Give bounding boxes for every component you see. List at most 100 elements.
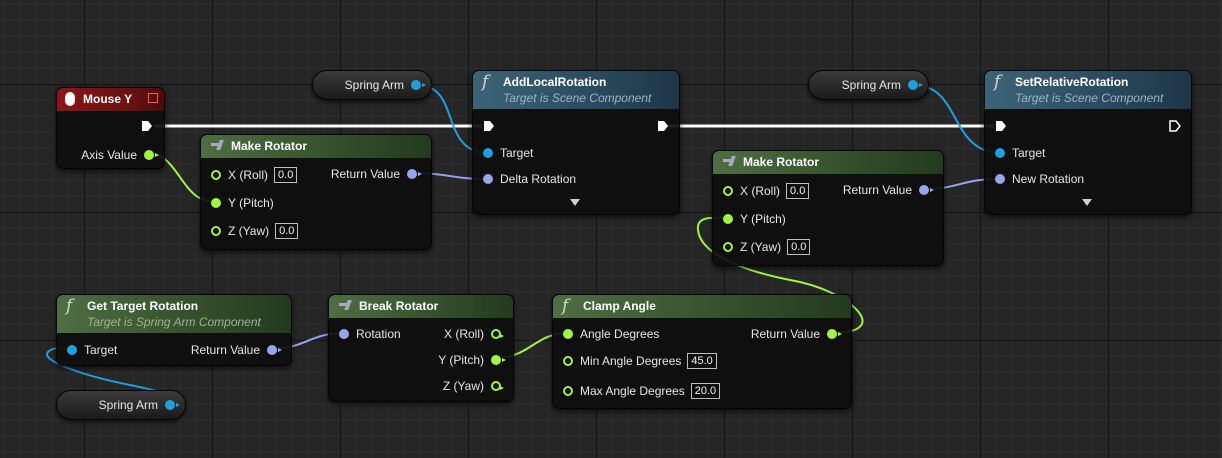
float-pin-icon bbox=[563, 386, 573, 396]
struct-icon bbox=[339, 300, 354, 311]
z-yaw-label: Z (Yaw) bbox=[740, 240, 782, 254]
function-icon: f bbox=[562, 296, 569, 316]
y-pitch-label: Y (Pitch) bbox=[228, 196, 274, 210]
expand-arrow-icon[interactable] bbox=[570, 199, 580, 206]
event-stop-icon bbox=[148, 93, 158, 103]
exec-in-pin-icon bbox=[484, 121, 494, 131]
add-local-rotation-delta-pin[interactable]: Delta Rotation bbox=[483, 172, 576, 186]
rotator-pin-icon bbox=[919, 185, 934, 195]
object-pin-icon bbox=[908, 80, 923, 90]
make-rotator-2-y-pin[interactable]: Y (Pitch) bbox=[723, 212, 786, 226]
float-pin-icon bbox=[491, 355, 506, 365]
get-target-rotation-header: f Get Target Rotation Target is Spring A… bbox=[57, 295, 291, 333]
x-roll-label: X (Roll) bbox=[443, 327, 484, 341]
set-relative-rotation-newrot-pin[interactable]: New Rotation bbox=[995, 172, 1084, 186]
mouse-y-title: Mouse Y bbox=[83, 92, 133, 106]
z-yaw-label: Z (Yaw) bbox=[228, 224, 270, 238]
make-rotator-2-return-pin[interactable]: Return Value bbox=[842, 183, 934, 197]
x-roll-input[interactable]: 0.0 bbox=[274, 167, 298, 183]
set-relative-rotation-exec-in[interactable] bbox=[995, 120, 1007, 132]
float-pin-icon bbox=[144, 150, 159, 160]
return-value-label: Return Value bbox=[190, 343, 260, 357]
rotator-pin-icon bbox=[483, 174, 493, 184]
make-rotator-1-z-pin[interactable]: Z (Yaw) 0.0 bbox=[211, 223, 299, 239]
float-pin-icon bbox=[491, 329, 504, 339]
add-local-rotation-exec-out[interactable] bbox=[657, 120, 669, 132]
spring-arm-variable-node-2[interactable]: Spring Arm bbox=[808, 70, 929, 100]
object-pin-icon bbox=[67, 345, 77, 355]
break-rotator-rotation-pin[interactable]: Rotation bbox=[339, 327, 401, 341]
rotator-pin-icon bbox=[407, 169, 422, 179]
set-relative-rotation-exec-out[interactable] bbox=[1169, 120, 1181, 132]
return-value-label: Return Value bbox=[842, 183, 912, 197]
struct-icon bbox=[211, 140, 226, 151]
min-angle-input[interactable]: 45.0 bbox=[687, 353, 717, 369]
spring-arm-label: Spring Arm bbox=[841, 78, 901, 92]
set-relative-rotation-header: f SetRelativeRotation Target is Scene Co… bbox=[985, 71, 1191, 109]
object-pin-icon bbox=[483, 148, 493, 158]
make-rotator-1-return-pin[interactable]: Return Value bbox=[330, 167, 422, 181]
mouse-y-event-node[interactable]: Mouse Y Axis Value bbox=[56, 87, 165, 169]
break-rotator-y-pin[interactable]: Y (Pitch) bbox=[438, 353, 506, 367]
get-target-rotation-subtitle: Target is Spring Arm Component bbox=[87, 315, 261, 329]
object-pin-icon bbox=[411, 80, 426, 90]
return-value-label: Return Value bbox=[330, 167, 400, 181]
make-rotator-1-x-pin[interactable]: X (Roll) 0.0 bbox=[211, 167, 298, 183]
set-relative-rotation-target-pin[interactable]: Target bbox=[995, 146, 1045, 160]
float-pin-icon bbox=[491, 381, 504, 391]
get-target-rotation-title: Get Target Rotation bbox=[87, 299, 199, 313]
function-icon: f bbox=[994, 72, 1001, 92]
break-rotator-node[interactable]: Break Rotator Rotation X (Roll) Y (Pitch… bbox=[328, 294, 514, 402]
mouse-y-exec-out[interactable] bbox=[141, 120, 153, 132]
struct-icon bbox=[723, 156, 738, 167]
axis-value-pin[interactable]: Axis Value bbox=[81, 148, 159, 162]
add-local-rotation-node[interactable]: f AddLocalRotation Target is Scene Compo… bbox=[472, 70, 680, 215]
function-icon: f bbox=[66, 296, 73, 316]
set-relative-rotation-node[interactable]: f SetRelativeRotation Target is Scene Co… bbox=[984, 70, 1192, 215]
make-rotator-2-header: Make Rotator bbox=[713, 151, 943, 174]
x-roll-input[interactable]: 0.0 bbox=[786, 183, 810, 199]
axis-value-label: Axis Value bbox=[81, 148, 137, 162]
clamp-angle-node[interactable]: f Clamp Angle Angle Degrees Return Value… bbox=[552, 294, 852, 409]
spring-arm-variable-node-3[interactable]: Spring Arm bbox=[56, 390, 186, 420]
make-rotator-1-header: Make Rotator bbox=[201, 135, 431, 158]
get-target-rotation-return-pin[interactable]: Return Value bbox=[190, 343, 282, 357]
target-label: Target bbox=[84, 343, 118, 357]
add-local-rotation-title: AddLocalRotation bbox=[503, 75, 607, 89]
clamp-angle-max-pin[interactable]: Max Angle Degrees 20.0 bbox=[563, 383, 721, 399]
break-rotator-x-pin[interactable]: X (Roll) bbox=[443, 327, 504, 341]
spring-arm-variable-node-1[interactable]: Spring Arm bbox=[312, 70, 432, 100]
get-target-rotation-node[interactable]: f Get Target Rotation Target is Spring A… bbox=[56, 294, 292, 366]
y-pitch-label: Y (Pitch) bbox=[740, 212, 786, 226]
rotation-label: Rotation bbox=[356, 327, 401, 341]
z-yaw-input[interactable]: 0.0 bbox=[787, 239, 811, 255]
make-rotator-1-y-pin[interactable]: Y (Pitch) bbox=[211, 196, 274, 210]
clamp-angle-angle-pin[interactable]: Angle Degrees bbox=[563, 327, 659, 341]
add-local-rotation-exec-in[interactable] bbox=[483, 120, 495, 132]
add-local-rotation-header: f AddLocalRotation Target is Scene Compo… bbox=[473, 71, 679, 109]
make-rotator-1-title: Make Rotator bbox=[231, 139, 308, 153]
angle-degrees-label: Angle Degrees bbox=[580, 327, 660, 341]
clamp-angle-return-pin[interactable]: Return Value bbox=[750, 327, 842, 341]
set-relative-rotation-title: SetRelativeRotation bbox=[1015, 75, 1129, 89]
exec-out-pin-icon bbox=[658, 121, 668, 131]
clamp-angle-title: Clamp Angle bbox=[583, 299, 656, 313]
make-rotator-2-z-pin[interactable]: Z (Yaw) 0.0 bbox=[723, 239, 811, 255]
z-yaw-input[interactable]: 0.0 bbox=[275, 223, 299, 239]
y-pitch-label: Y (Pitch) bbox=[438, 353, 484, 367]
make-rotator-node-1[interactable]: Make Rotator X (Roll) 0.0 Return Value Y… bbox=[200, 134, 432, 250]
rotator-pin-icon bbox=[267, 345, 282, 355]
break-rotator-z-pin[interactable]: Z (Yaw) bbox=[443, 379, 504, 393]
make-rotator-2-x-pin[interactable]: X (Roll) 0.0 bbox=[723, 183, 810, 199]
make-rotator-node-2[interactable]: Make Rotator X (Roll) 0.0 Return Value Y… bbox=[712, 150, 944, 266]
expand-arrow-icon[interactable] bbox=[1082, 199, 1092, 206]
rotator-pin-icon bbox=[339, 329, 349, 339]
get-target-rotation-target-pin[interactable]: Target bbox=[67, 343, 117, 357]
float-pin-icon bbox=[723, 242, 733, 252]
clamp-angle-min-pin[interactable]: Min Angle Degrees 45.0 bbox=[563, 353, 717, 369]
return-value-label: Return Value bbox=[750, 327, 820, 341]
add-local-rotation-target-pin[interactable]: Target bbox=[483, 146, 533, 160]
max-angle-input[interactable]: 20.0 bbox=[690, 383, 721, 399]
exec-out-pin-icon bbox=[1169, 120, 1181, 132]
rotator-pin-icon bbox=[995, 174, 1005, 184]
